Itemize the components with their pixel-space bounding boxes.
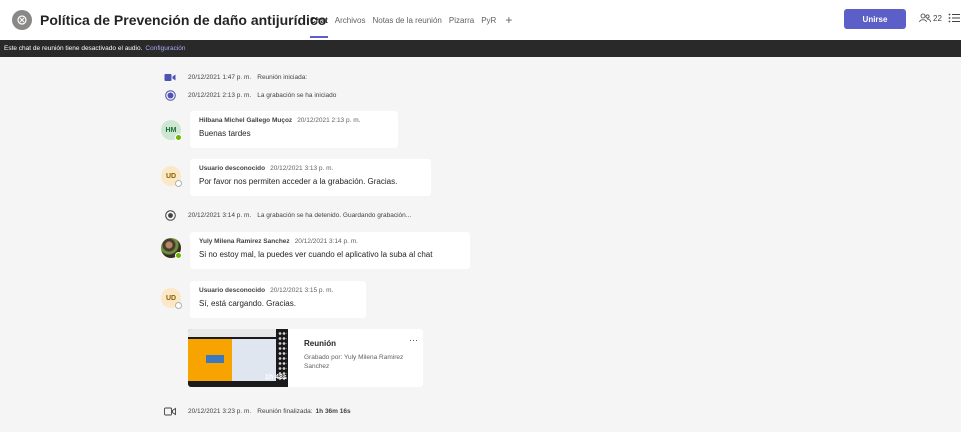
tab-notas[interactable]: Notas de la reunión xyxy=(372,16,441,40)
status-available-icon xyxy=(175,134,182,141)
muted-chat-banner: Este chat de reunión tiene desactivado e… xyxy=(0,40,961,57)
meeting-header: Política de Prevención de daño antijuríd… xyxy=(0,0,961,40)
event-time: 20/12/2021 2:13 p. m. xyxy=(188,91,252,99)
message-text: Sí, está cargando. Gracias. xyxy=(199,299,296,308)
recording-card[interactable]: 1h 48s Reunión Grabado por: Yuly Milena … xyxy=(188,329,423,387)
message-time: 20/12/2021 2:13 p. m. xyxy=(297,117,361,124)
banner-text: Este chat de reunión tiene desactivado e… xyxy=(4,45,143,52)
more-options-icon[interactable]: ··· xyxy=(409,335,418,345)
recording-author: Grabado por: Yuly Milena Ramirez Sanchez xyxy=(304,354,404,370)
join-button[interactable]: Unirse xyxy=(844,9,906,29)
recording-stopped-icon xyxy=(164,209,176,221)
avatar[interactable] xyxy=(161,238,182,259)
message-author: Yuly Milena Ramirez Sanchez xyxy=(199,238,290,245)
message-bubble[interactable]: Usuario desconocido 20/12/2021 3:13 p. m.… xyxy=(190,159,431,196)
event-recording-started: 20/12/2021 2:13 p. m. La grabación se ha… xyxy=(164,89,336,101)
tab-pyr[interactable]: PyR xyxy=(481,16,496,40)
tab-bar: Chat Archivos Notas de la reunión Pizarr… xyxy=(310,13,512,40)
meeting-duration: 1h 36m 16s xyxy=(315,407,351,415)
avatar[interactable]: UD xyxy=(161,166,182,187)
tab-pizarra[interactable]: Pizarra xyxy=(449,16,474,40)
message-time: 20/12/2021 3:13 p. m. xyxy=(270,165,334,172)
avatar[interactable]: HM xyxy=(161,120,182,141)
recording-icon xyxy=(164,89,176,101)
tab-chat[interactable]: Chat xyxy=(310,16,328,40)
message-text: Si no estoy mal, la puedes ver cuando el… xyxy=(199,250,433,259)
status-offline-icon xyxy=(175,180,182,187)
event-text: Reunión finalizada: xyxy=(257,407,313,415)
people-icon xyxy=(919,13,931,23)
message-bubble[interactable]: Yuly Milena Ramirez Sanchez 20/12/2021 3:… xyxy=(190,232,470,269)
message-time: 20/12/2021 3:15 p. m. xyxy=(270,287,334,294)
settings-link[interactable]: Configuración xyxy=(145,45,185,52)
participants-button[interactable]: 22 xyxy=(919,13,942,23)
avatar[interactable]: UD xyxy=(161,288,182,309)
message-author: Usuario desconocido xyxy=(199,287,266,294)
status-offline-icon xyxy=(175,302,182,309)
message-bubble[interactable]: Usuario desconocido 20/12/2021 3:15 p. m.… xyxy=(190,281,366,318)
event-text: La grabación se ha detenido. Guardando g… xyxy=(257,211,412,219)
message-time: 20/12/2021 3:14 p. m. xyxy=(294,238,358,245)
message-text: Por favor nos permiten acceder a la grab… xyxy=(199,177,398,186)
meeting-ended-icon xyxy=(164,405,176,417)
recording-thumbnail[interactable]: 1h 48s xyxy=(188,329,288,387)
status-available-icon xyxy=(175,252,182,259)
list-icon[interactable] xyxy=(948,13,960,25)
event-meeting-started: 20/12/2021 1:47 p. m. Reunión iniciada: xyxy=(164,71,307,83)
recording-duration: 1h 48s xyxy=(265,374,287,381)
message-text: Buenas tardes xyxy=(199,129,251,138)
recording-title: Reunión xyxy=(304,339,336,348)
message-author: Hilbana Michel Gallego Muçoz xyxy=(199,117,293,124)
event-meeting-ended: 20/12/2021 3:23 p. m. Reunión finalizada… xyxy=(164,405,351,417)
message-bubble[interactable]: Hilbana Michel Gallego Muçoz 20/12/2021 2… xyxy=(190,111,398,148)
video-camera-icon xyxy=(164,71,176,83)
add-tab-icon[interactable]: + xyxy=(505,13,512,37)
event-recording-stopped: 20/12/2021 3:14 p. m. La grabación se ha… xyxy=(164,209,411,221)
event-time: 20/12/2021 3:23 p. m. xyxy=(188,407,252,415)
meeting-avatar-icon xyxy=(12,10,32,30)
participants-count: 22 xyxy=(933,13,942,23)
event-time: 20/12/2021 1:47 p. m. xyxy=(188,73,252,81)
event-time: 20/12/2021 3:14 p. m. xyxy=(188,211,252,219)
page-title: Política de Prevención de daño antijuríd… xyxy=(40,12,327,28)
message-author: Usuario desconocido xyxy=(199,165,266,172)
event-text: Reunión iniciada: xyxy=(257,73,308,81)
event-text: La grabación se ha iniciado xyxy=(257,91,337,99)
tab-archivos[interactable]: Archivos xyxy=(335,16,366,40)
